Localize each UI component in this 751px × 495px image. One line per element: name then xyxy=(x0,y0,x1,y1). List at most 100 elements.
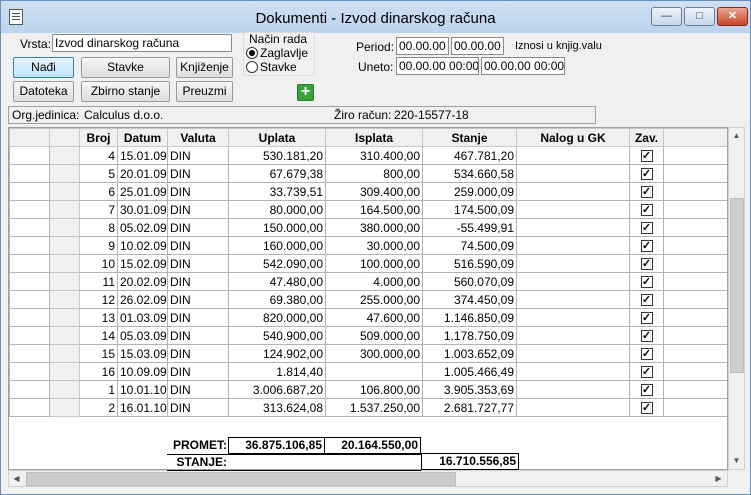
cell-nalog[interactable] xyxy=(516,236,630,255)
vertical-scrollbar[interactable]: ▲ ▼ xyxy=(728,127,745,470)
cell-extra[interactable] xyxy=(663,218,727,237)
row-selector-cell[interactable] xyxy=(49,254,80,273)
zav-checkbox[interactable]: ✓ xyxy=(640,150,653,163)
cell-broj[interactable]: 6 xyxy=(79,182,118,201)
cell-datum[interactable]: 10.01.10 xyxy=(117,380,168,399)
zav-checkbox[interactable]: ✓ xyxy=(640,366,653,379)
cell-extra[interactable] xyxy=(663,200,727,219)
cell-nalog[interactable] xyxy=(516,200,630,219)
cell-uplata[interactable]: 530.181,20 xyxy=(228,146,326,165)
cell-isplata[interactable]: 100.000,00 xyxy=(325,254,423,273)
row-selector-cell[interactable] xyxy=(49,398,80,417)
cell-broj[interactable]: 4 xyxy=(79,146,118,165)
column-header-stanje[interactable]: Stanje xyxy=(422,128,517,147)
row-selector-cell[interactable] xyxy=(9,362,50,381)
cell-extra[interactable] xyxy=(663,398,727,417)
cell-extra[interactable] xyxy=(663,164,727,183)
row-selector-cell[interactable] xyxy=(9,344,50,363)
cell-isplata[interactable] xyxy=(325,362,423,381)
cell-stanje[interactable]: 534.660,58 xyxy=(422,164,517,183)
row-selector-cell[interactable] xyxy=(9,218,50,237)
maximize-button[interactable]: □ xyxy=(684,7,715,26)
cell-broj[interactable]: 2 xyxy=(79,398,118,417)
table-row[interactable]: 10 15.02.09 DIN 542.090,00 100.000,00 516.590… xyxy=(9,254,727,273)
cell-extra[interactable] xyxy=(663,254,727,273)
cell-nalog[interactable] xyxy=(516,182,630,201)
cell-isplata[interactable]: 4.000,00 xyxy=(325,272,423,291)
row-selector-cell[interactable] xyxy=(9,164,50,183)
row-selector-cell[interactable] xyxy=(49,380,80,399)
zav-checkbox[interactable]: ✓ xyxy=(640,258,653,271)
cell-valuta[interactable]: DIN xyxy=(167,362,229,381)
row-selector-cell[interactable] xyxy=(49,326,80,345)
cell-isplata[interactable]: 310.400,00 xyxy=(325,146,423,165)
cell-valuta[interactable]: DIN xyxy=(167,182,229,201)
cell-isplata[interactable]: 30.000,00 xyxy=(325,236,423,255)
cell-broj[interactable]: 11 xyxy=(79,272,118,291)
cell-isplata[interactable]: 800,00 xyxy=(325,164,423,183)
cell-valuta[interactable]: DIN xyxy=(167,326,229,345)
radio-stavke[interactable] xyxy=(246,61,258,73)
row-selector-cell[interactable] xyxy=(49,200,80,219)
cell-stanje[interactable]: 74.500,09 xyxy=(422,236,517,255)
zav-checkbox[interactable]: ✓ xyxy=(640,348,653,361)
cell-stanje[interactable]: 1.003.652,09 xyxy=(422,344,517,363)
column-header-isplata[interactable]: Isplata xyxy=(325,128,423,147)
cell-isplata[interactable]: 309.400,00 xyxy=(325,182,423,201)
row-selector-cell[interactable] xyxy=(9,146,50,165)
cell-uplata[interactable]: 33.739,51 xyxy=(228,182,326,201)
row-selector-cell[interactable] xyxy=(9,272,50,291)
cell-datum[interactable]: 05.02.09 xyxy=(117,218,168,237)
cell-isplata[interactable]: 509.000,00 xyxy=(325,326,423,345)
cell-valuta[interactable]: DIN xyxy=(167,398,229,417)
cell-stanje[interactable]: 3.905.353,69 xyxy=(422,380,517,399)
minimize-button[interactable]: — xyxy=(651,7,682,26)
cell-stanje[interactable]: 1.146.850,09 xyxy=(422,308,517,327)
table-row[interactable]: 8 05.02.09 DIN 150.000,00 380.000,00 -55.499,… xyxy=(9,218,727,237)
row-selector-cell[interactable] xyxy=(9,308,50,327)
row-selector-cell[interactable] xyxy=(49,290,80,309)
cell-nalog[interactable] xyxy=(516,326,630,345)
cell-broj[interactable]: 15 xyxy=(79,344,118,363)
cell-valuta[interactable]: DIN xyxy=(167,344,229,363)
cell-datum[interactable]: 10.09.09 xyxy=(117,362,168,381)
cell-datum[interactable]: 26.02.09 xyxy=(117,290,168,309)
cell-valuta[interactable]: DIN xyxy=(167,308,229,327)
cell-uplata[interactable]: 67.679,38 xyxy=(228,164,326,183)
period-from-field[interactable]: 00.00.00 xyxy=(396,37,449,55)
cell-broj[interactable]: 14 xyxy=(79,326,118,345)
cell-broj[interactable]: 1 xyxy=(79,380,118,399)
table-row[interactable]: 9 10.02.09 DIN 160.000,00 30.000,00 74.500,09… xyxy=(9,236,727,255)
nadji-button[interactable]: Nađi xyxy=(13,57,74,78)
table-row[interactable]: 16 10.09.09 DIN 1.814,40 1.005.466,49 ✓ xyxy=(9,362,727,381)
cell-valuta[interactable]: DIN xyxy=(167,200,229,219)
cell-isplata[interactable]: 255.000,00 xyxy=(325,290,423,309)
cell-broj[interactable]: 8 xyxy=(79,218,118,237)
cell-stanje[interactable]: 516.590,09 xyxy=(422,254,517,273)
cell-uplata[interactable]: 124.902,00 xyxy=(228,344,326,363)
cell-extra[interactable] xyxy=(663,146,727,165)
cell-extra[interactable] xyxy=(663,362,727,381)
cell-uplata[interactable]: 313.624,08 xyxy=(228,398,326,417)
cell-nalog[interactable] xyxy=(516,290,630,309)
cell-valuta[interactable]: DIN xyxy=(167,236,229,255)
cell-valuta[interactable]: DIN xyxy=(167,272,229,291)
cell-uplata[interactable]: 3.006.687,20 xyxy=(228,380,326,399)
scroll-right-icon[interactable]: ▶ xyxy=(711,471,726,487)
row-selector-cell[interactable] xyxy=(49,272,80,291)
cell-nalog[interactable] xyxy=(516,398,630,417)
scroll-left-icon[interactable]: ◀ xyxy=(9,471,24,487)
horizontal-scroll-thumb[interactable] xyxy=(26,472,456,486)
close-button[interactable]: ✕ xyxy=(717,7,748,26)
cell-stanje[interactable]: 467.781,20 xyxy=(422,146,517,165)
cell-nalog[interactable] xyxy=(516,362,630,381)
cell-stanje[interactable]: 1.005.466,49 xyxy=(422,362,517,381)
zav-checkbox[interactable]: ✓ xyxy=(640,276,653,289)
cell-stanje[interactable]: 374.450,09 xyxy=(422,290,517,309)
column-header-valuta[interactable]: Valuta xyxy=(167,128,229,147)
row-selector-cell[interactable] xyxy=(9,290,50,309)
zav-checkbox[interactable]: ✓ xyxy=(640,330,653,343)
cell-uplata[interactable]: 1.814,40 xyxy=(228,362,326,381)
cell-datum[interactable]: 15.01.09 xyxy=(117,146,168,165)
table-row[interactable]: 12 26.02.09 DIN 69.380,00 255.000,00 374.450,… xyxy=(9,290,727,309)
